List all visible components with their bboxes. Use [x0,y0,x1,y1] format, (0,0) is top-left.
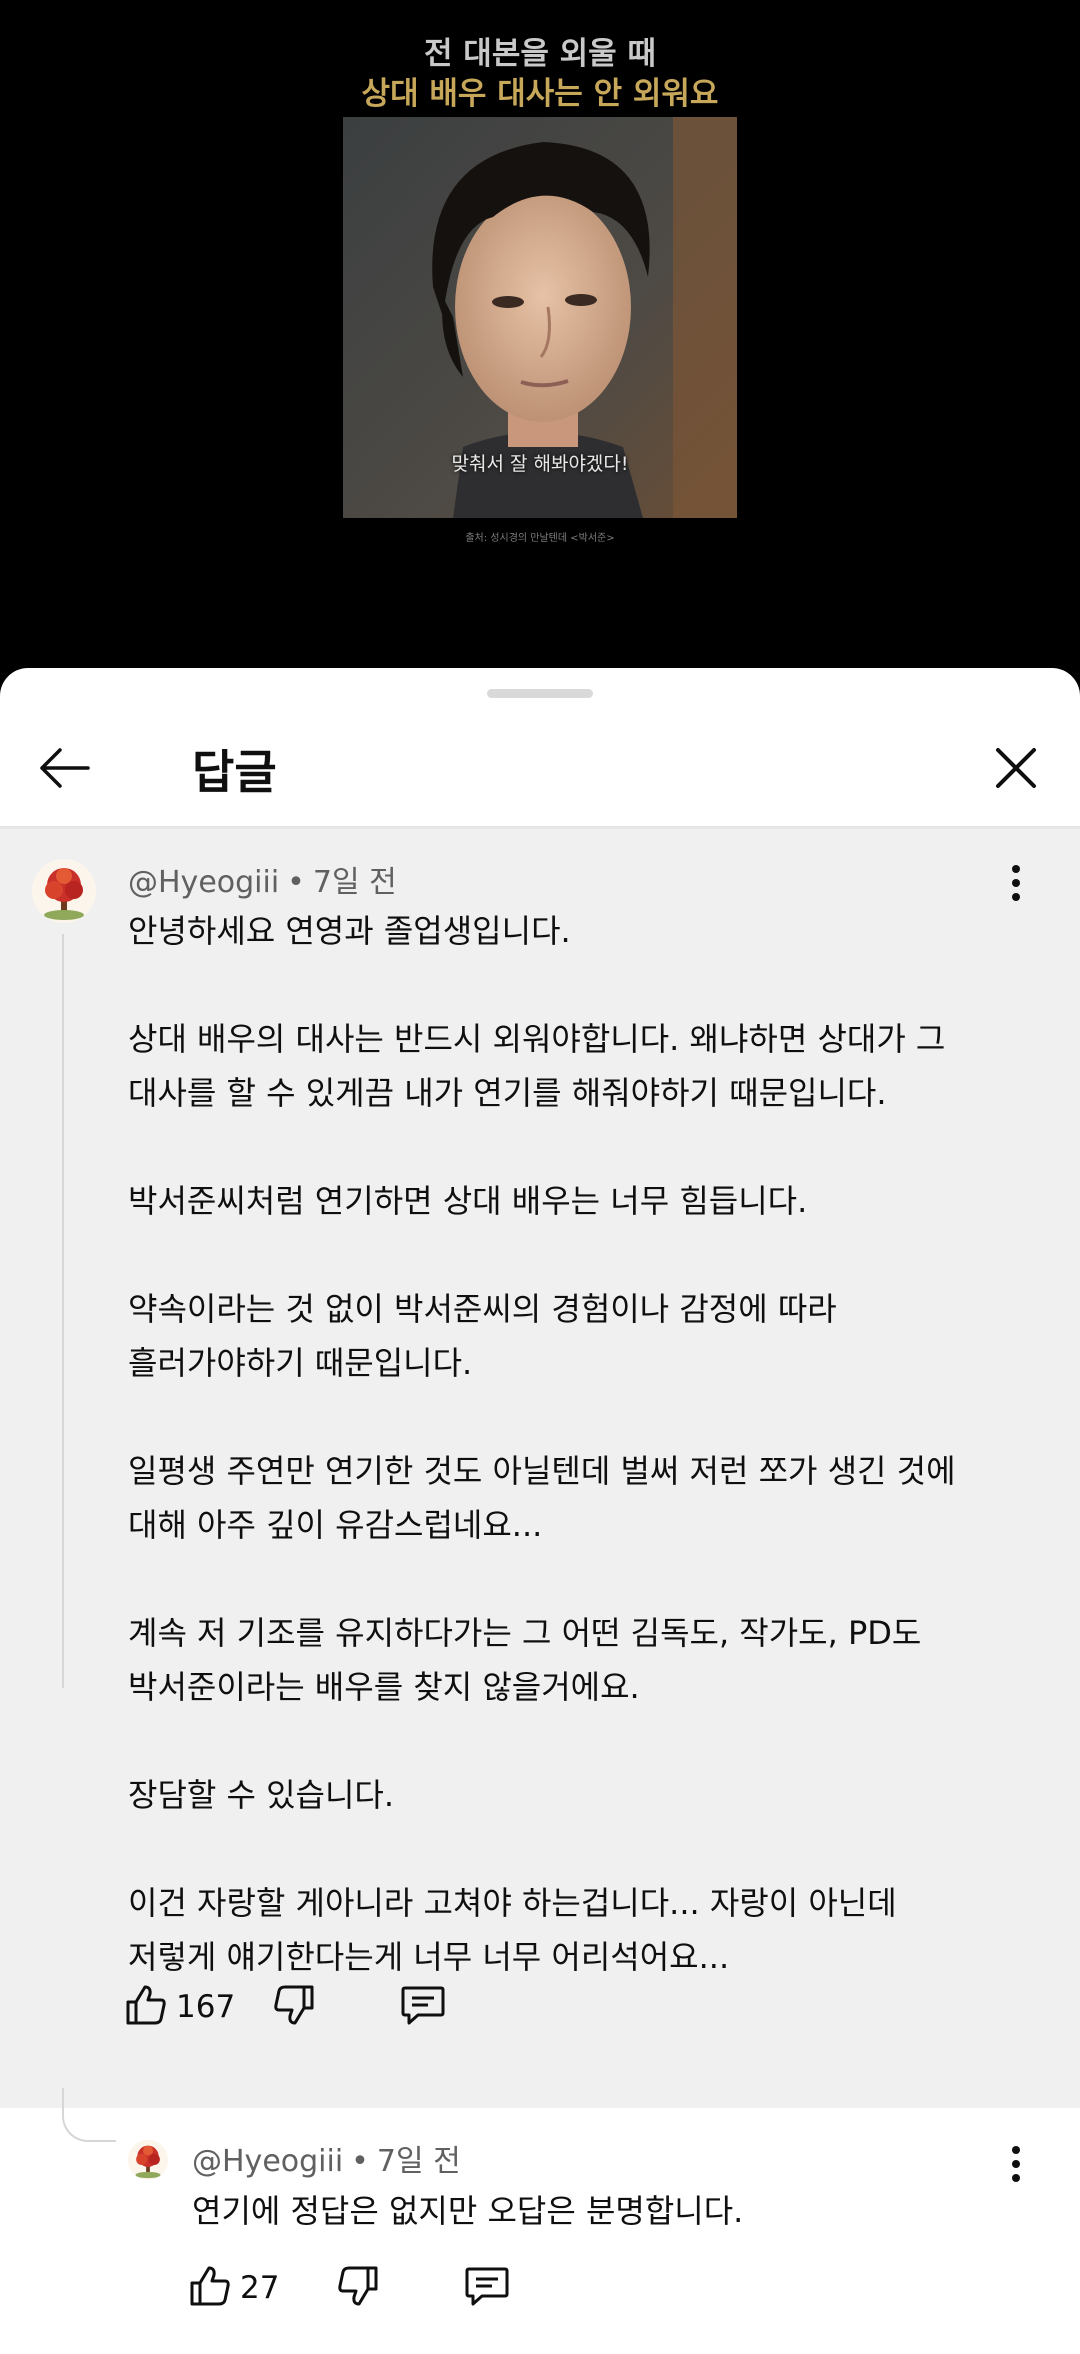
comment-author[interactable]: @Hyeogiii [128,865,279,900]
drag-handle[interactable] [487,689,593,698]
thread-connector [62,2088,116,2142]
thumbs-down-icon [336,2264,380,2312]
reply-button[interactable] [464,2258,510,2318]
thumbs-up-icon [124,1983,168,2031]
close-icon[interactable] [988,740,1044,796]
more-options-icon[interactable] [996,859,1036,907]
comment-icon [400,1983,446,2031]
dislike-button[interactable] [272,1977,316,2037]
video-caption-line2: 상대 배우 대사는 안 외워요 [361,76,719,112]
comment-text: 안녕하세요 연영과 졸업생입니다. 상대 배우의 대사는 반드시 외워야합니다.… [128,912,956,1976]
thumbs-up-icon [188,2264,232,2312]
like-button[interactable]: 27 [188,2258,279,2318]
reply-meta: @Hyeogiii • 7일 전 [192,2144,461,2179]
avatar[interactable] [32,859,96,923]
comment-icon [464,2264,510,2312]
reply-actions: 27 [188,2258,538,2318]
comment-time: 7일 전 [312,865,397,900]
sheet-title: 답글 [192,745,277,799]
sheet-header: 답글 [0,708,1080,826]
video-subtitle: 맞춰서 잘 해봐야겠다! [451,453,629,475]
more-options-icon[interactable] [996,2140,1036,2188]
comment-actions: 167 [124,1977,474,2037]
thumbs-down-icon [272,1983,316,2031]
video-player[interactable]: 전 대본을 외울 때 상대 배우 대사는 안 외워요 맞춰서 잘 해봐야겠다! … [0,0,1080,670]
reply-author[interactable]: @Hyeogiii [192,2144,343,2179]
reply-text: 연기에 정답은 없지만 오답은 분명합니다. [192,2192,744,2230]
like-button[interactable]: 167 [124,1977,235,2037]
video-caption-line1: 전 대본을 외울 때 [423,36,657,72]
replies-sheet: 답글 @Hyeogiii • 7일 전 안녕하세요 연영과 졸업생입니다. 상대 배… [0,668,1080,2354]
reply-time: 7일 전 [376,2144,461,2179]
video-source-credit: 출처: 성시경의 만날텐데 <박서준> [465,533,615,544]
like-count: 167 [176,1989,236,2025]
reply-button[interactable] [400,1977,446,2037]
thread-line [62,934,64,1688]
highlighted-comment: @Hyeogiii • 7일 전 안녕하세요 연영과 졸업생입니다. 상대 배우의 … [0,829,1080,2108]
reply-item: @Hyeogiii • 7일 전 연기에 정답은 없지만 오답은 분명합니다. 27 [0,2108,1080,2354]
comment-meta: @Hyeogiii • 7일 전 [128,865,397,900]
like-count: 27 [240,2270,280,2306]
arrow-left-icon[interactable] [34,738,94,798]
avatar[interactable] [128,2140,168,2180]
dislike-button[interactable] [336,2258,380,2318]
